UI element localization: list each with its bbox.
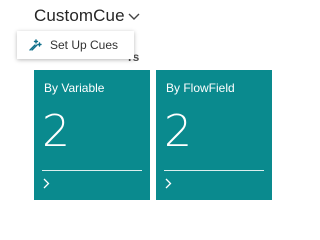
cue-group-dropdown-menu: Set Up Cues xyxy=(17,31,134,59)
tile-divider xyxy=(164,170,264,171)
cue-tile-value: 2 xyxy=(42,106,70,157)
cue-tile-label: By Variable xyxy=(44,81,105,95)
menu-item-label: Set Up Cues xyxy=(50,38,119,52)
cue-tile-label: By FlowField xyxy=(166,81,235,95)
cue-group-title-text: CustomCue xyxy=(34,6,125,25)
chevron-right-icon xyxy=(165,178,172,189)
cue-tile-value: 2 xyxy=(164,106,192,157)
setup-icon xyxy=(29,39,42,51)
cue-group-title[interactable]: CustomCue xyxy=(34,6,140,26)
chevron-down-icon xyxy=(128,13,140,20)
tile-divider xyxy=(42,170,142,171)
menu-item-set-up-cues[interactable]: Set Up Cues xyxy=(28,38,118,52)
chevron-right-icon xyxy=(43,178,50,189)
cue-tile-by-flowfield[interactable]: By FlowField 2 xyxy=(156,70,272,200)
cue-tile-by-variable[interactable]: By Variable 2 xyxy=(34,70,150,200)
